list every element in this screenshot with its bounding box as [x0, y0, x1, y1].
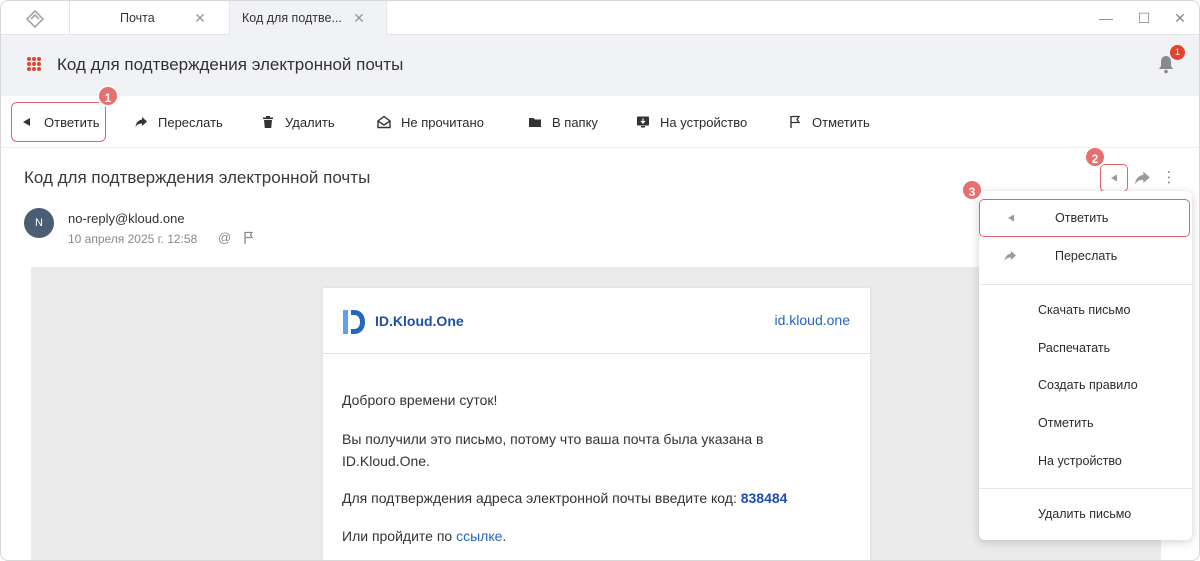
menu-reply-item[interactable]: Ответить	[979, 199, 1190, 237]
brand-name: ID.Kloud.One	[375, 313, 464, 329]
tab-bar: Почта ✕ Код для подтве... ✕ — ☐ ✕	[1, 1, 1199, 35]
reply-label: Ответить	[44, 114, 100, 130]
trash-icon	[263, 116, 273, 128]
close-icon[interactable]: ✕	[193, 11, 207, 25]
verification-code: 838484	[740, 490, 788, 506]
callout-marker-2: 2	[1084, 146, 1106, 168]
reason-text-line2: ID.Kloud.One.	[342, 453, 430, 469]
brand-link[interactable]: id.kloud.one	[774, 312, 850, 328]
reply-icon	[1008, 214, 1014, 222]
menu-print-item[interactable]: Распечатать	[1038, 341, 1110, 355]
avatar: N	[24, 208, 54, 238]
forward-icon[interactable]	[1133, 169, 1151, 187]
folder-icon	[529, 118, 541, 127]
tab-label: Код для подтве...	[242, 11, 342, 25]
message-reply-button[interactable]	[1100, 164, 1128, 192]
menu-reply-label: Ответить	[1055, 211, 1109, 225]
menu-divider	[979, 488, 1192, 489]
folder-label: В папку	[552, 114, 598, 130]
menu-create-rule-item[interactable]: Создать правило	[1038, 378, 1138, 392]
toolbar: Ответить Переслать Удалить Не прочитано …	[1, 96, 1199, 148]
message-content: ID.Kloud.One id.kloud.one Доброго времен…	[323, 288, 870, 560]
menu-divider	[979, 284, 1192, 285]
mark-unread-button[interactable]: Не прочитано	[377, 102, 484, 142]
close-icon[interactable]: ✕	[352, 11, 366, 25]
link-prompt: Или пройдите по	[342, 528, 453, 544]
apps-grid-icon[interactable]	[27, 57, 41, 71]
page-header: Код для подтверждения электронной почты …	[1, 35, 1199, 96]
menu-download-item[interactable]: Скачать письмо	[1038, 303, 1130, 317]
reply-button[interactable]: Ответить	[11, 102, 106, 142]
message-actions-menu: Ответить Переслать Скачать письмо Распеч…	[979, 191, 1192, 540]
maximize-icon[interactable]: ☐	[1135, 9, 1153, 27]
link-paragraph: Или пройдите по ссылке.	[342, 525, 842, 547]
forward-label: Переслать	[158, 114, 223, 130]
delete-button[interactable]: Удалить	[261, 102, 335, 142]
tab-mail[interactable]: Почта ✕	[69, 1, 229, 35]
link-suffix: .	[502, 528, 507, 544]
flag-icon	[790, 115, 801, 128]
code-paragraph: Для подтверждения адреса электронной поч…	[342, 487, 842, 509]
close-icon[interactable]: ✕	[1171, 9, 1189, 27]
tab-label: Почта	[120, 11, 155, 25]
minimize-icon[interactable]: —	[1097, 9, 1115, 27]
menu-to-device-item[interactable]: На устройство	[1038, 454, 1122, 468]
confirm-link[interactable]: ссылке	[456, 528, 502, 544]
device-icon	[637, 116, 649, 128]
flag-icon[interactable]	[243, 231, 255, 245]
brand-logo-icon	[343, 310, 365, 334]
page-title: Код для подтверждения электронной почты	[57, 55, 404, 74]
menu-delete-item[interactable]: Удалить письмо	[1038, 507, 1131, 521]
reply-icon	[1111, 174, 1117, 182]
app-window: Почта ✕ Код для подтве... ✕ — ☐ ✕ Код дл…	[0, 0, 1200, 561]
forward-icon	[135, 117, 147, 127]
notification-badge: 1	[1170, 45, 1185, 60]
greeting-text: Доброго времени суток!	[342, 392, 498, 408]
to-device-button[interactable]: На устройство	[636, 102, 747, 142]
forward-button[interactable]: Переслать	[134, 102, 223, 142]
sender-address: no-reply@kloud.one	[68, 211, 185, 226]
reply-icon	[23, 118, 30, 126]
delete-label: Удалить	[285, 114, 335, 130]
menu-forward-item[interactable]: Переслать	[1055, 249, 1117, 263]
unread-label: Не прочитано	[401, 114, 484, 130]
forward-icon	[1004, 251, 1016, 261]
reason-text-line1: Вы получили это письмо, потому что ваша …	[342, 431, 764, 447]
app-logo-icon	[25, 9, 45, 29]
flag-label: Отметить	[812, 114, 870, 130]
callout-marker-1: 1	[97, 85, 119, 107]
mail-brand-header: ID.Kloud.One id.kloud.one	[323, 288, 870, 354]
callout-marker-3: 3	[961, 179, 983, 201]
more-icon[interactable]: ⋮	[1161, 169, 1177, 187]
flag-button[interactable]: Отметить	[788, 102, 870, 142]
tab-message[interactable]: Код для подтве... ✕	[229, 1, 387, 35]
menu-flag-item[interactable]: Отметить	[1038, 416, 1094, 430]
to-device-label: На устройство	[660, 114, 748, 130]
envelope-open-icon	[377, 115, 391, 129]
code-prompt: Для подтверждения адреса электронной поч…	[342, 490, 737, 506]
message-date: 10 апреля 2025 г. 12:58	[68, 232, 198, 246]
move-to-folder-button[interactable]: В папку	[528, 102, 598, 142]
at-icon[interactable]: @	[218, 230, 231, 245]
message-subject: Код для подтверждения электронной почты	[24, 168, 371, 187]
